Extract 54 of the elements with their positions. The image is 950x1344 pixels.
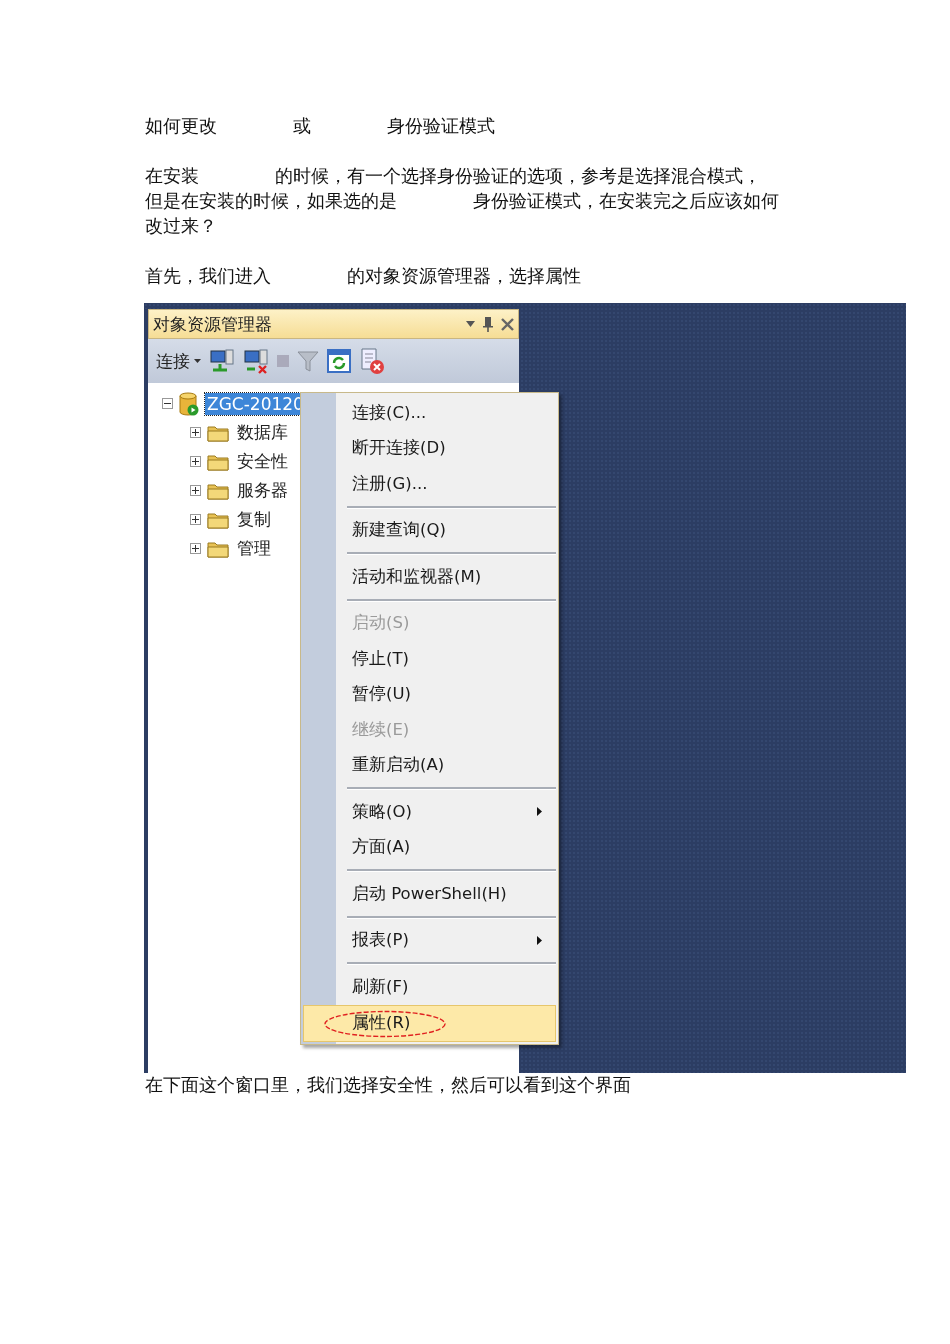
- menu-item[interactable]: 新建查询(Q): [303, 512, 556, 548]
- pin-icon[interactable]: [483, 316, 493, 332]
- body-text: 的时候，有一个选择身份验证的选项，参考是选择混合模式，: [275, 165, 761, 188]
- refresh-icon[interactable]: [327, 349, 351, 373]
- body-text: 首先，我们进入: [145, 265, 271, 288]
- body-text: 身份验证模式: [387, 115, 495, 138]
- body-text: 改过来？: [145, 215, 217, 238]
- menu-item[interactable]: 方面(A): [303, 829, 556, 865]
- menu-item[interactable]: 刷新(F): [303, 969, 556, 1005]
- folder-icon: [207, 423, 229, 442]
- menu-item[interactable]: 停止(T): [303, 641, 556, 677]
- tree-item[interactable]: 管理: [235, 536, 273, 561]
- body-text: 身份验证模式，在安装完之后应该如何: [473, 190, 779, 213]
- connect-button[interactable]: 连接: [156, 349, 201, 373]
- body-text: 在安装: [145, 165, 199, 188]
- panel-title: 对象资源管理器: [153, 312, 272, 336]
- folder-icon: [207, 452, 229, 471]
- dropdown-icon[interactable]: [466, 321, 475, 327]
- menu-item[interactable]: 报表(P): [303, 922, 556, 958]
- body-text: 的对象资源管理器，选择属性: [347, 265, 581, 288]
- menu-item[interactable]: 暂停(U): [303, 676, 556, 712]
- menu-item[interactable]: 连接(C)...: [303, 395, 556, 431]
- caret-icon: [194, 359, 201, 363]
- body-text: 如何更改: [145, 115, 217, 138]
- collapse-icon[interactable]: [162, 398, 173, 409]
- script-delete-icon[interactable]: [359, 347, 385, 375]
- database-server-icon: [179, 391, 199, 416]
- expand-icon[interactable]: [190, 427, 201, 438]
- menu-item[interactable]: 重新启动(A): [303, 747, 556, 783]
- menu-item[interactable]: 活动和监视器(M): [303, 559, 556, 595]
- tree-item[interactable]: 数据库: [235, 420, 290, 445]
- body-text: 或: [293, 115, 311, 138]
- menu-item[interactable]: 属性(R): [303, 1004, 556, 1042]
- tree-item[interactable]: 服务器: [235, 478, 290, 503]
- paragraph: 在下面这个窗口里，我们选择安全性，然后可以看到这个界面: [145, 1074, 632, 1097]
- close-icon[interactable]: [501, 317, 514, 331]
- computer-x-icon[interactable]: [243, 348, 269, 374]
- tree-item[interactable]: 复制: [235, 507, 273, 532]
- menu-item[interactable]: 启动 PowerShell(H): [303, 876, 556, 912]
- submenu-arrow-icon: [537, 807, 542, 817]
- menu-item[interactable]: 断开连接(D): [303, 430, 556, 466]
- expand-icon[interactable]: [190, 543, 201, 554]
- folder-icon: [207, 539, 229, 558]
- tree-item[interactable]: 安全性: [235, 449, 290, 474]
- submenu-arrow-icon: [537, 935, 542, 945]
- menu-item[interactable]: 注册(G)...: [303, 466, 556, 502]
- expand-icon[interactable]: [190, 514, 201, 525]
- body-text: 但是在安装的时候，如果选的是: [145, 190, 397, 213]
- menu-item[interactable]: 策略(O): [303, 794, 556, 830]
- expand-icon[interactable]: [190, 456, 201, 467]
- computer-plus-icon[interactable]: [209, 348, 235, 374]
- expand-icon[interactable]: [190, 485, 201, 496]
- folder-icon: [207, 510, 229, 529]
- folder-icon: [207, 481, 229, 500]
